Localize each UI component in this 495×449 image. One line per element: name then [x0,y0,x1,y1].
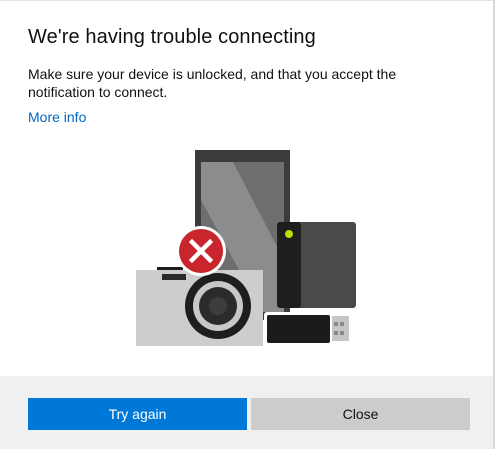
camera-icon [136,267,263,346]
usb-stick-icon [264,312,349,346]
connection-error-dialog: We're having trouble connecting Make sur… [0,0,495,449]
dialog-message: Make sure your device is unlocked, and t… [28,66,397,100]
dialog-title: We're having trouble connecting [28,26,316,48]
external-drive-icon [277,222,356,308]
dialog-footer: Try again Close [0,376,493,449]
close-button[interactable]: Close [251,398,470,430]
devices-illustration [136,150,356,346]
try-again-button[interactable]: Try again [28,398,247,430]
error-x-icon [176,226,226,276]
dialog-top-border [0,0,493,1]
more-info-link[interactable]: More info [28,109,86,125]
